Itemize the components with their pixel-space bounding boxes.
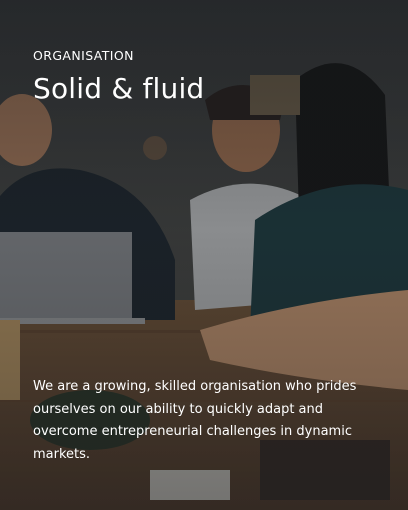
section-title: Solid & fluid bbox=[33, 72, 205, 105]
organisation-hero-card: ORGANISATION Solid & fluid We are a grow… bbox=[0, 0, 408, 510]
section-eyebrow: ORGANISATION bbox=[33, 48, 134, 63]
section-description: We are a growing, skilled organisation w… bbox=[33, 379, 357, 462]
